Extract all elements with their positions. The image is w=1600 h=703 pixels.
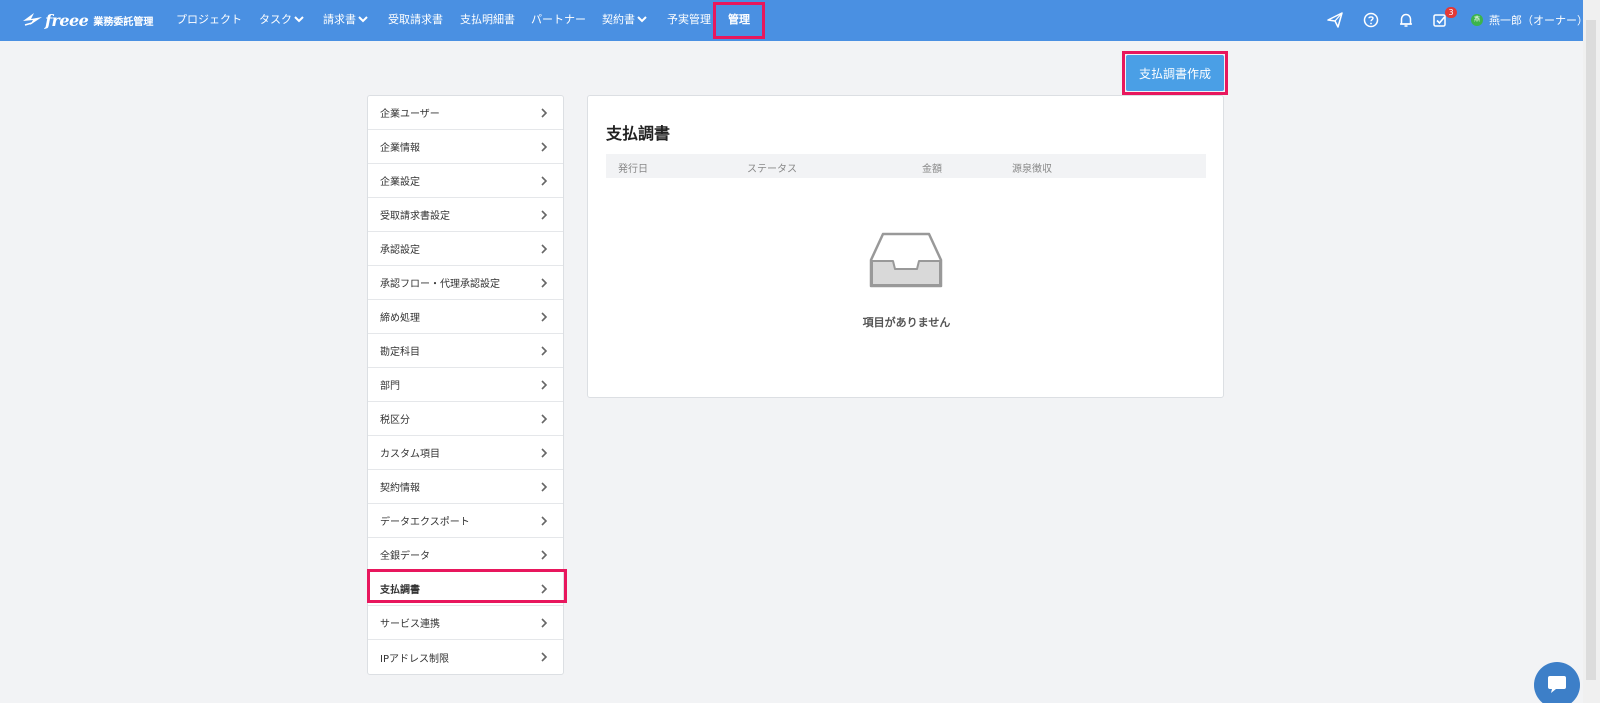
nav-tasks-label: タスク [259,13,292,26]
nav-projects[interactable]: プロジェクト [176,11,242,27]
sidebar-item-data-export[interactable]: データエクスポート [368,504,563,538]
sidebar-item-service-integration[interactable]: サービス連携 [368,606,563,640]
chevron-right-icon [541,244,548,254]
nav-partners-label: パートナー [531,13,586,26]
sidebar-item-label: サービス連携 [380,619,440,630]
sidebar-item-label: 受取請求書設定 [380,211,450,222]
sidebar-item-approval-flow[interactable]: 承認フロー・代理承認設定 [368,266,563,300]
send-icon[interactable] [1327,12,1343,28]
table-header: 発行日 ステータス 金額 源泉徴収 [606,154,1206,178]
chevron-right-icon [541,652,548,662]
sidebar-item-contract-info[interactable]: 契約情報 [368,470,563,504]
nav-invoices-label: 請求書 [323,13,356,26]
chat-bubble-icon [1548,676,1566,693]
sidebar-item-label: 締め処理 [380,313,420,324]
empty-inbox-icon [869,232,943,288]
sidebar-item-label: カスタム項目 [380,449,440,460]
sidebar-item-label: データエクスポート [380,517,470,528]
nav-received-invoices-label: 受取請求書 [388,13,443,26]
nav-invoices[interactable]: 請求書 [323,11,368,27]
nav-admin-highlight [713,2,765,39]
sidebar-item-zengin-data[interactable]: 全銀データ [368,538,563,572]
nav-partners[interactable]: パートナー [531,11,586,27]
chevron-right-icon [541,448,548,458]
nav-payment-statements[interactable]: 支払明細書 [460,11,515,27]
chevron-right-icon [541,414,548,424]
nav-contracts[interactable]: 契約書 [602,11,647,27]
user-name[interactable]: 燕一郎（オーナー） [1489,12,1588,28]
nav-received-invoices[interactable]: 受取請求書 [388,11,443,27]
sidebar-item-accounts[interactable]: 勘定科目 [368,334,563,368]
chevron-right-icon [541,312,548,322]
sidebar-item-departments[interactable]: 部門 [368,368,563,402]
chevron-right-icon [541,482,548,492]
nav-payment-statements-label: 支払明細書 [460,13,515,26]
page-title: 支払調書 [606,124,671,143]
column-header-status[interactable]: ステータス [747,160,797,175]
sidebar-item-approval-settings[interactable]: 承認設定 [368,232,563,266]
column-header-amount[interactable]: 金額 [922,160,942,175]
chevron-right-icon [541,176,548,186]
column-header-withholding[interactable]: 源泉徴収 [1012,160,1052,175]
chevron-down-icon [358,16,368,23]
sidebar-item-company-settings[interactable]: 企業設定 [368,164,563,198]
create-payment-report-button[interactable]: 支払調書作成 [1126,55,1224,91]
top-navigation-bar: freee 業務委託管理 プロジェクト タスク 請求書 受取請求書 支払明細書 … [0,0,1588,41]
bell-icon[interactable] [1398,12,1414,28]
sidebar-item-received-invoice-settings[interactable]: 受取請求書設定 [368,198,563,232]
freee-bird-icon [23,13,42,26]
chevron-right-icon [541,108,548,118]
nav-contracts-label: 契約書 [602,13,635,26]
nav-budget[interactable]: 予実管理 [667,11,711,27]
task-count-badge: 3 [1445,7,1457,18]
sidebar-item-label: 税区分 [380,415,410,426]
chevron-right-icon [541,210,548,220]
help-icon[interactable] [1363,12,1379,28]
product-name: 業務委託管理 [93,16,154,28]
chevron-right-icon [541,346,548,356]
nav-tasks[interactable]: タスク [259,11,304,27]
avatar[interactable]: 燕 [1471,14,1483,26]
sidebar-active-highlight [367,569,567,603]
sidebar-item-company-info[interactable]: 企業情報 [368,130,563,164]
chevron-right-icon [541,142,548,152]
chevron-down-icon [294,16,304,23]
chat-support-button[interactable] [1534,662,1580,703]
sidebar-item-company-users[interactable]: 企業ユーザー [368,96,563,130]
sidebar-item-label: 承認設定 [380,245,420,256]
sidebar-item-custom-fields[interactable]: カスタム項目 [368,436,563,470]
sidebar-item-label: 企業情報 [380,143,420,154]
sidebar-item-ip-restriction[interactable]: IPアドレス制限 [368,640,563,674]
scrollbar-thumb[interactable] [1586,20,1596,680]
sidebar-item-label: 承認フロー・代理承認設定 [380,279,500,290]
empty-state-message: 項目がありません [862,316,951,329]
chevron-right-icon [541,618,548,628]
payment-reports-panel: 支払調書 発行日 ステータス 金額 源泉徴収 項目がありません [587,95,1224,398]
sidebar-item-label: 企業設定 [380,177,420,188]
chevron-right-icon [541,278,548,288]
sidebar-item-tax-categories[interactable]: 税区分 [368,402,563,436]
sidebar-item-label: 企業ユーザー [380,109,440,120]
sidebar-item-label: 契約情報 [380,483,420,494]
sidebar-item-label: IPアドレス制限 [380,653,449,665]
logo-text: freee [45,10,89,30]
sidebar-item-label: 勘定科目 [380,347,420,358]
sidebar-item-label: 部門 [380,381,400,392]
sidebar-item-label: 全銀データ [380,551,430,562]
chevron-right-icon [541,516,548,526]
chevron-right-icon [541,550,548,560]
nav-projects-label: プロジェクト [176,13,242,26]
chevron-right-icon [541,380,548,390]
sidebar-item-closing[interactable]: 締め処理 [368,300,563,334]
brand-logo[interactable]: freee 業務委託管理 [22,9,153,31]
column-header-issue-date[interactable]: 発行日 [618,160,648,175]
chevron-down-icon [637,16,647,23]
nav-budget-label: 予実管理 [667,13,711,26]
